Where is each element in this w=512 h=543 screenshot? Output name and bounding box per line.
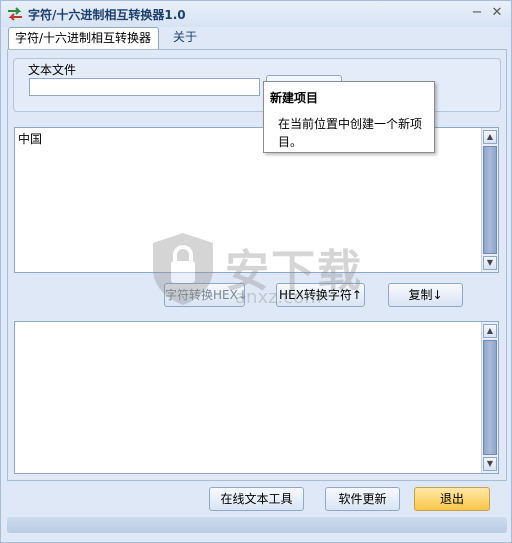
copy-button[interactable]: 复制↓	[388, 283, 463, 307]
exit-button[interactable]: 退出	[414, 487, 490, 511]
arrow-up-icon[interactable]: ▲	[483, 130, 497, 144]
hex-to-char-button[interactable]: HEX转换字符↑	[276, 283, 365, 307]
close-button[interactable]: ✕	[489, 5, 505, 21]
window-title: 字符/十六进制相互转换器1.0	[28, 8, 186, 22]
file-path-input[interactable]	[29, 78, 260, 96]
arrow-down-icon[interactable]: ▼	[483, 457, 497, 471]
tooltip: 新建项目 在当前位置中创建一个新项目。	[263, 81, 435, 153]
input-scrollbar[interactable]: ▲ ▼	[481, 128, 498, 272]
app-window: 字符/十六进制相互转换器1.0 − ✕ 字符/十六进制相互转换器 关于 文本文件…	[0, 0, 512, 543]
status-bar	[7, 517, 507, 533]
file-group-label: 文本文件	[28, 63, 77, 77]
swap-arrows-icon	[8, 7, 22, 21]
input-text: 中国	[18, 132, 43, 146]
arrow-down-icon[interactable]: ▼	[483, 256, 497, 270]
scroll-thumb[interactable]	[483, 340, 497, 455]
online-tools-button[interactable]: 在线文本工具	[209, 487, 304, 511]
update-button[interactable]: 软件更新	[325, 487, 400, 511]
tab-converter[interactable]: 字符/十六进制相互转换器	[8, 27, 159, 49]
output-textarea[interactable]: ▲ ▼	[14, 321, 499, 474]
title-bar[interactable]: 字符/十六进制相互转换器1.0 − ✕	[1, 1, 511, 27]
minimize-button[interactable]: −	[469, 5, 485, 21]
scroll-thumb[interactable]	[483, 146, 497, 254]
tooltip-title: 新建项目	[270, 91, 319, 105]
output-scrollbar[interactable]: ▲ ▼	[481, 322, 498, 473]
tooltip-body: 在当前位置中创建一个新项目。	[278, 117, 423, 149]
tab-about[interactable]: 关于	[167, 27, 203, 49]
arrow-up-icon[interactable]: ▲	[483, 324, 497, 338]
char-to-hex-button[interactable]: 字符转换HEX↓	[164, 283, 248, 307]
